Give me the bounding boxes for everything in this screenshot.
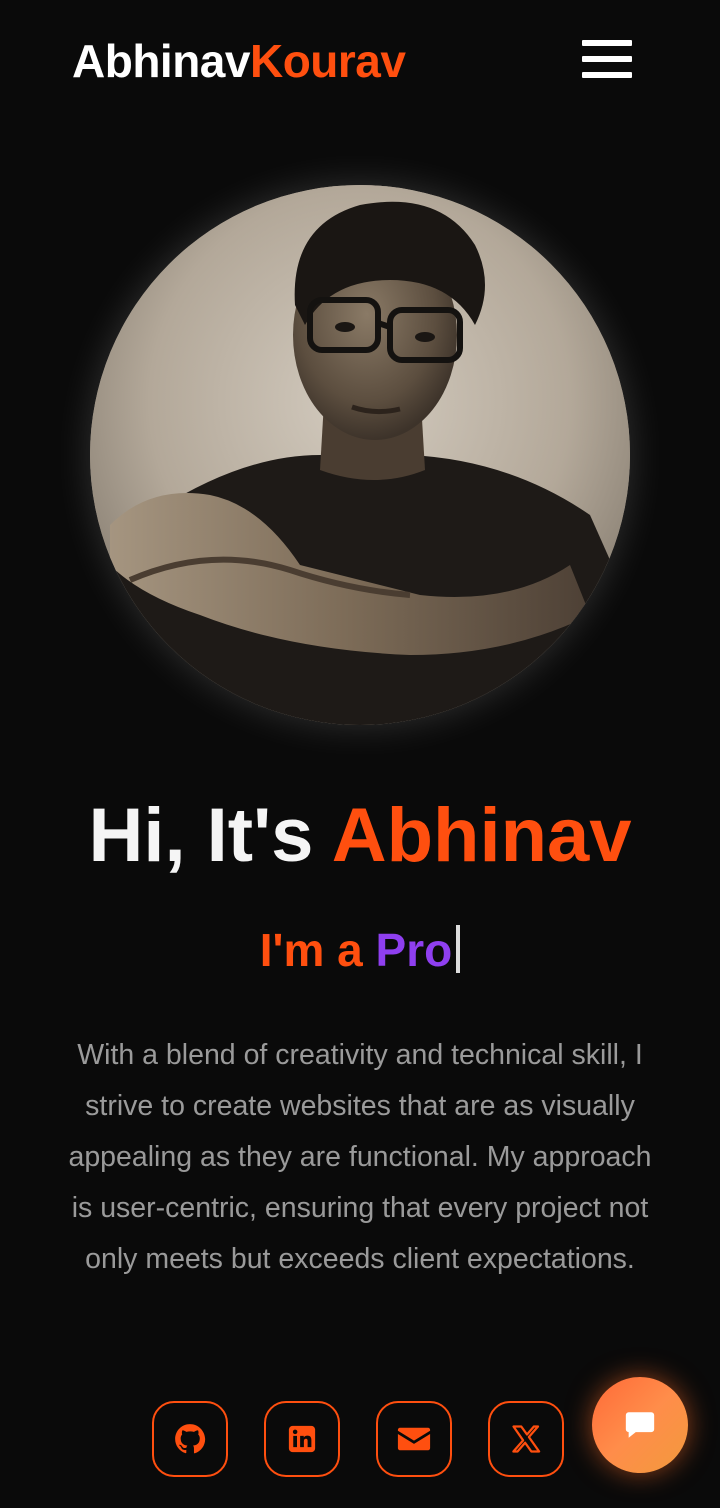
email-icon <box>397 1427 431 1451</box>
chat-bubble-icon <box>625 1412 655 1438</box>
role-word: Pro <box>375 924 453 976</box>
github-link[interactable] <box>152 1401 228 1477</box>
menu-bar <box>582 40 632 46</box>
logo-last-name: Kourav <box>249 35 406 87</box>
x-twitter-link[interactable] <box>488 1401 564 1477</box>
hero-bio: With a blend of creativity and technical… <box>68 1039 652 1275</box>
hero-greeting: Hi, It's Abhinav <box>0 790 720 882</box>
profile-photo <box>90 185 630 725</box>
menu-bar <box>582 72 632 78</box>
typing-caret <box>456 925 461 973</box>
role-prefix: I'm a <box>259 924 363 976</box>
menu-bar <box>582 56 632 62</box>
greeting-prefix: Hi, It's <box>88 793 314 878</box>
hero-role-typing: I'm a Pro <box>0 920 720 980</box>
greeting-name: Abhinav <box>331 793 632 878</box>
page: AbhinavKourav Hi, It's Abhinav I'm a Pro… <box>0 0 720 1508</box>
x-twitter-icon <box>512 1425 541 1453</box>
site-logo[interactable]: AbhinavKourav <box>72 34 406 88</box>
hamburger-menu-icon[interactable] <box>580 38 634 82</box>
linkedin-icon <box>288 1425 316 1453</box>
github-icon <box>175 1424 206 1454</box>
email-link[interactable] <box>376 1401 452 1477</box>
linkedin-link[interactable] <box>264 1401 340 1477</box>
chat-button[interactable] <box>592 1377 688 1473</box>
logo-first-name: Abhinav <box>72 35 250 87</box>
profile-portrait-illustration <box>90 185 630 725</box>
